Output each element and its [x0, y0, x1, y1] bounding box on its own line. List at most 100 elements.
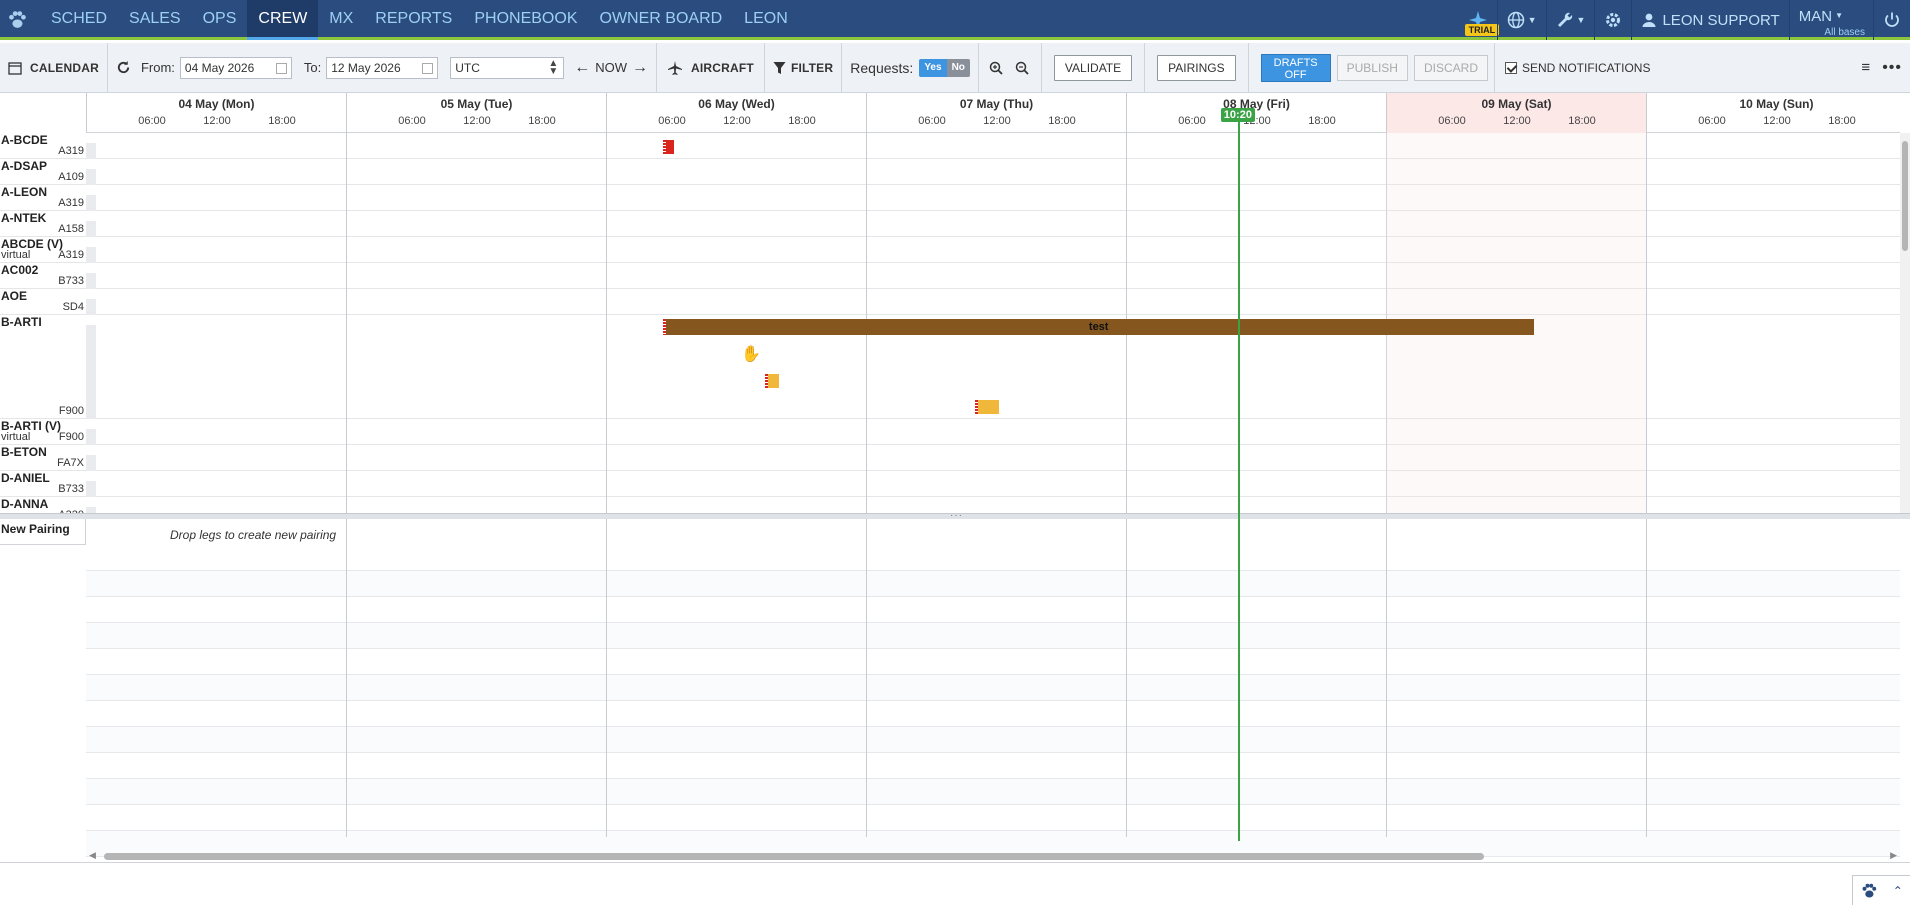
- zoom-out-button[interactable]: [1009, 43, 1041, 93]
- flight-leg-bar[interactable]: test: [663, 319, 1535, 335]
- day-column-header: 06 May (Wed) 06:00 12:00 18:00: [606, 93, 866, 133]
- aircraft-row-label[interactable]: B-ARTI F900: [0, 315, 86, 419]
- pairing-row[interactable]: [86, 805, 1900, 831]
- validate-button[interactable]: VALIDATE: [1053, 54, 1133, 81]
- to-date-input[interactable]: 12 May 2026: [326, 56, 439, 79]
- pairing-row[interactable]: [86, 597, 1900, 623]
- airplane-icon: [668, 60, 683, 75]
- calendar-button[interactable]: CALENDAR: [0, 43, 107, 93]
- scroll-right-icon[interactable]: ▶: [1890, 850, 1897, 861]
- aircraft-row-label[interactable]: ABCDE (V) virtual A319: [0, 237, 86, 263]
- aircraft-registration: D-ANNA: [1, 497, 49, 511]
- user-menu[interactable]: LEON SUPPORT: [1631, 0, 1788, 40]
- hour-label: 12:00: [1503, 115, 1531, 127]
- hour-label: 18:00: [528, 115, 556, 127]
- horizontal-scrollbar[interactable]: ◀ ▶: [86, 850, 1900, 862]
- role-menu[interactable]: MAN ▼ All bases: [1788, 0, 1873, 40]
- row-gutter: [86, 195, 96, 211]
- logout-button[interactable]: [1873, 0, 1910, 40]
- now-button[interactable]: NOW: [595, 60, 627, 75]
- leg-label: test: [1088, 321, 1109, 333]
- scroll-left-icon[interactable]: ◀: [89, 850, 96, 861]
- aircraft-row-label[interactable]: D-ANIEL B733: [0, 471, 86, 497]
- zoom-in-button[interactable]: [977, 42, 1009, 93]
- pairing-label-cell: [0, 519, 86, 545]
- aircraft-row-label[interactable]: B-ETON FA7X: [0, 445, 86, 471]
- aircraft-row-label[interactable]: A-LEON A319: [0, 185, 86, 211]
- discard-button[interactable]: DISCARD: [1413, 54, 1488, 81]
- aircraft-type: A109: [58, 171, 84, 183]
- ai-sparkle-button[interactable]: TRIAL: [1459, 0, 1500, 40]
- nav-item-crew[interactable]: CREW: [247, 0, 319, 40]
- arrow-left-icon[interactable]: ←: [574, 59, 590, 77]
- nav-item-ops[interactable]: OPS: [192, 0, 248, 40]
- nav-item-owner-board[interactable]: OWNER BOARD: [589, 0, 734, 40]
- vertical-scrollbar[interactable]: [1900, 133, 1910, 513]
- nav-item-sales[interactable]: SALES: [118, 0, 192, 40]
- pairing-row[interactable]: [86, 675, 1900, 701]
- support-widget[interactable]: ⌃: [1852, 875, 1910, 905]
- pairing-row[interactable]: [86, 779, 1900, 805]
- date-picker-icon[interactable]: [275, 62, 287, 74]
- aircraft-row-label[interactable]: A-NTEK A158: [0, 211, 86, 237]
- more-options-button[interactable]: •••: [1878, 43, 1910, 93]
- day-separator: [1646, 133, 1647, 513]
- language-button[interactable]: ▼: [1496, 0, 1546, 40]
- filter-button[interactable]: FILTER: [763, 42, 841, 93]
- pairing-row[interactable]: [86, 545, 1900, 571]
- paw-logo-icon[interactable]: [6, 9, 28, 31]
- aircraft-row-label[interactable]: B-ARTI (V) virtual F900: [0, 419, 86, 445]
- requests-yes[interactable]: Yes: [919, 58, 947, 77]
- leg-start-marker: [663, 140, 667, 154]
- checkbox-checked-icon[interactable]: [1505, 61, 1517, 74]
- pairing-row[interactable]: [86, 649, 1900, 675]
- aircraft-row-label[interactable]: AC002 B733: [0, 263, 86, 289]
- requests-no[interactable]: No: [946, 58, 970, 77]
- aircraft-button[interactable]: AIRCRAFT: [656, 42, 764, 93]
- day-label: 06 May (Wed): [698, 97, 775, 111]
- flight-leg-block[interactable]: [764, 374, 779, 388]
- nav-item-reports[interactable]: REPORTS: [364, 0, 463, 40]
- validate-group: VALIDATE: [1040, 42, 1144, 93]
- drafts-toggle-button[interactable]: DRAFTS OFF: [1260, 53, 1331, 82]
- day-label: 09 May (Sat): [1481, 97, 1552, 111]
- refresh-button[interactable]: [106, 42, 139, 93]
- user-icon: [1642, 13, 1656, 27]
- tools-button[interactable]: ▼: [1545, 0, 1595, 40]
- hour-label: 18:00: [1568, 115, 1596, 127]
- aircraft-row-label[interactable]: AOE SD4: [0, 289, 86, 315]
- aircraft-type: F900: [58, 431, 84, 443]
- hour-label: 06:00: [398, 115, 426, 127]
- pairings-button[interactable]: PAIRINGS: [1157, 54, 1236, 81]
- date-picker-icon[interactable]: [422, 62, 434, 74]
- aircraft-row-label[interactable]: A-BCDE A319: [0, 133, 86, 159]
- aircraft-row-label[interactable]: A-DSAP A109: [0, 159, 86, 185]
- pairing-row[interactable]: [86, 701, 1900, 727]
- flight-leg-block[interactable]: [975, 400, 999, 414]
- nav-item-leon[interactable]: LEON: [733, 0, 799, 40]
- nav-item-sched[interactable]: SCHED: [40, 0, 118, 40]
- row-gutter: [86, 247, 96, 263]
- settings-button[interactable]: [1594, 0, 1631, 40]
- flight-leg-block[interactable]: [663, 140, 674, 154]
- day-column-header: 10 May (Sun) 06:00 12:00 18:00: [1646, 93, 1906, 133]
- arrow-right-icon[interactable]: →: [632, 59, 648, 77]
- menu-button[interactable]: ≡: [1853, 43, 1878, 93]
- hour-label: 06:00: [1438, 115, 1466, 127]
- nav-item-mx[interactable]: MX: [318, 0, 364, 40]
- scroll-thumb[interactable]: [104, 853, 1484, 860]
- from-date-input[interactable]: 04 May 2026: [179, 56, 292, 79]
- pairing-row[interactable]: [86, 571, 1900, 597]
- aircraft-row-label[interactable]: D-ANNAA320: [0, 497, 86, 513]
- scroll-thumb[interactable]: [1902, 141, 1908, 251]
- requests-toggle[interactable]: Yes No: [919, 58, 970, 77]
- nav-item-phonebook[interactable]: PHONEBOOK: [463, 0, 588, 40]
- pairing-row[interactable]: [86, 727, 1900, 753]
- pairings-group: PAIRINGS: [1144, 42, 1247, 93]
- schedule-grid[interactable]: test ✋: [86, 133, 1900, 513]
- timezone-select[interactable]: UTC ▲ ▼: [450, 56, 565, 79]
- pairing-row[interactable]: [86, 623, 1900, 649]
- send-notifications-checkbox[interactable]: SEND NOTIFICATIONS: [1494, 42, 1658, 93]
- pairing-row[interactable]: [86, 753, 1900, 779]
- publish-button[interactable]: PUBLISH: [1336, 54, 1408, 81]
